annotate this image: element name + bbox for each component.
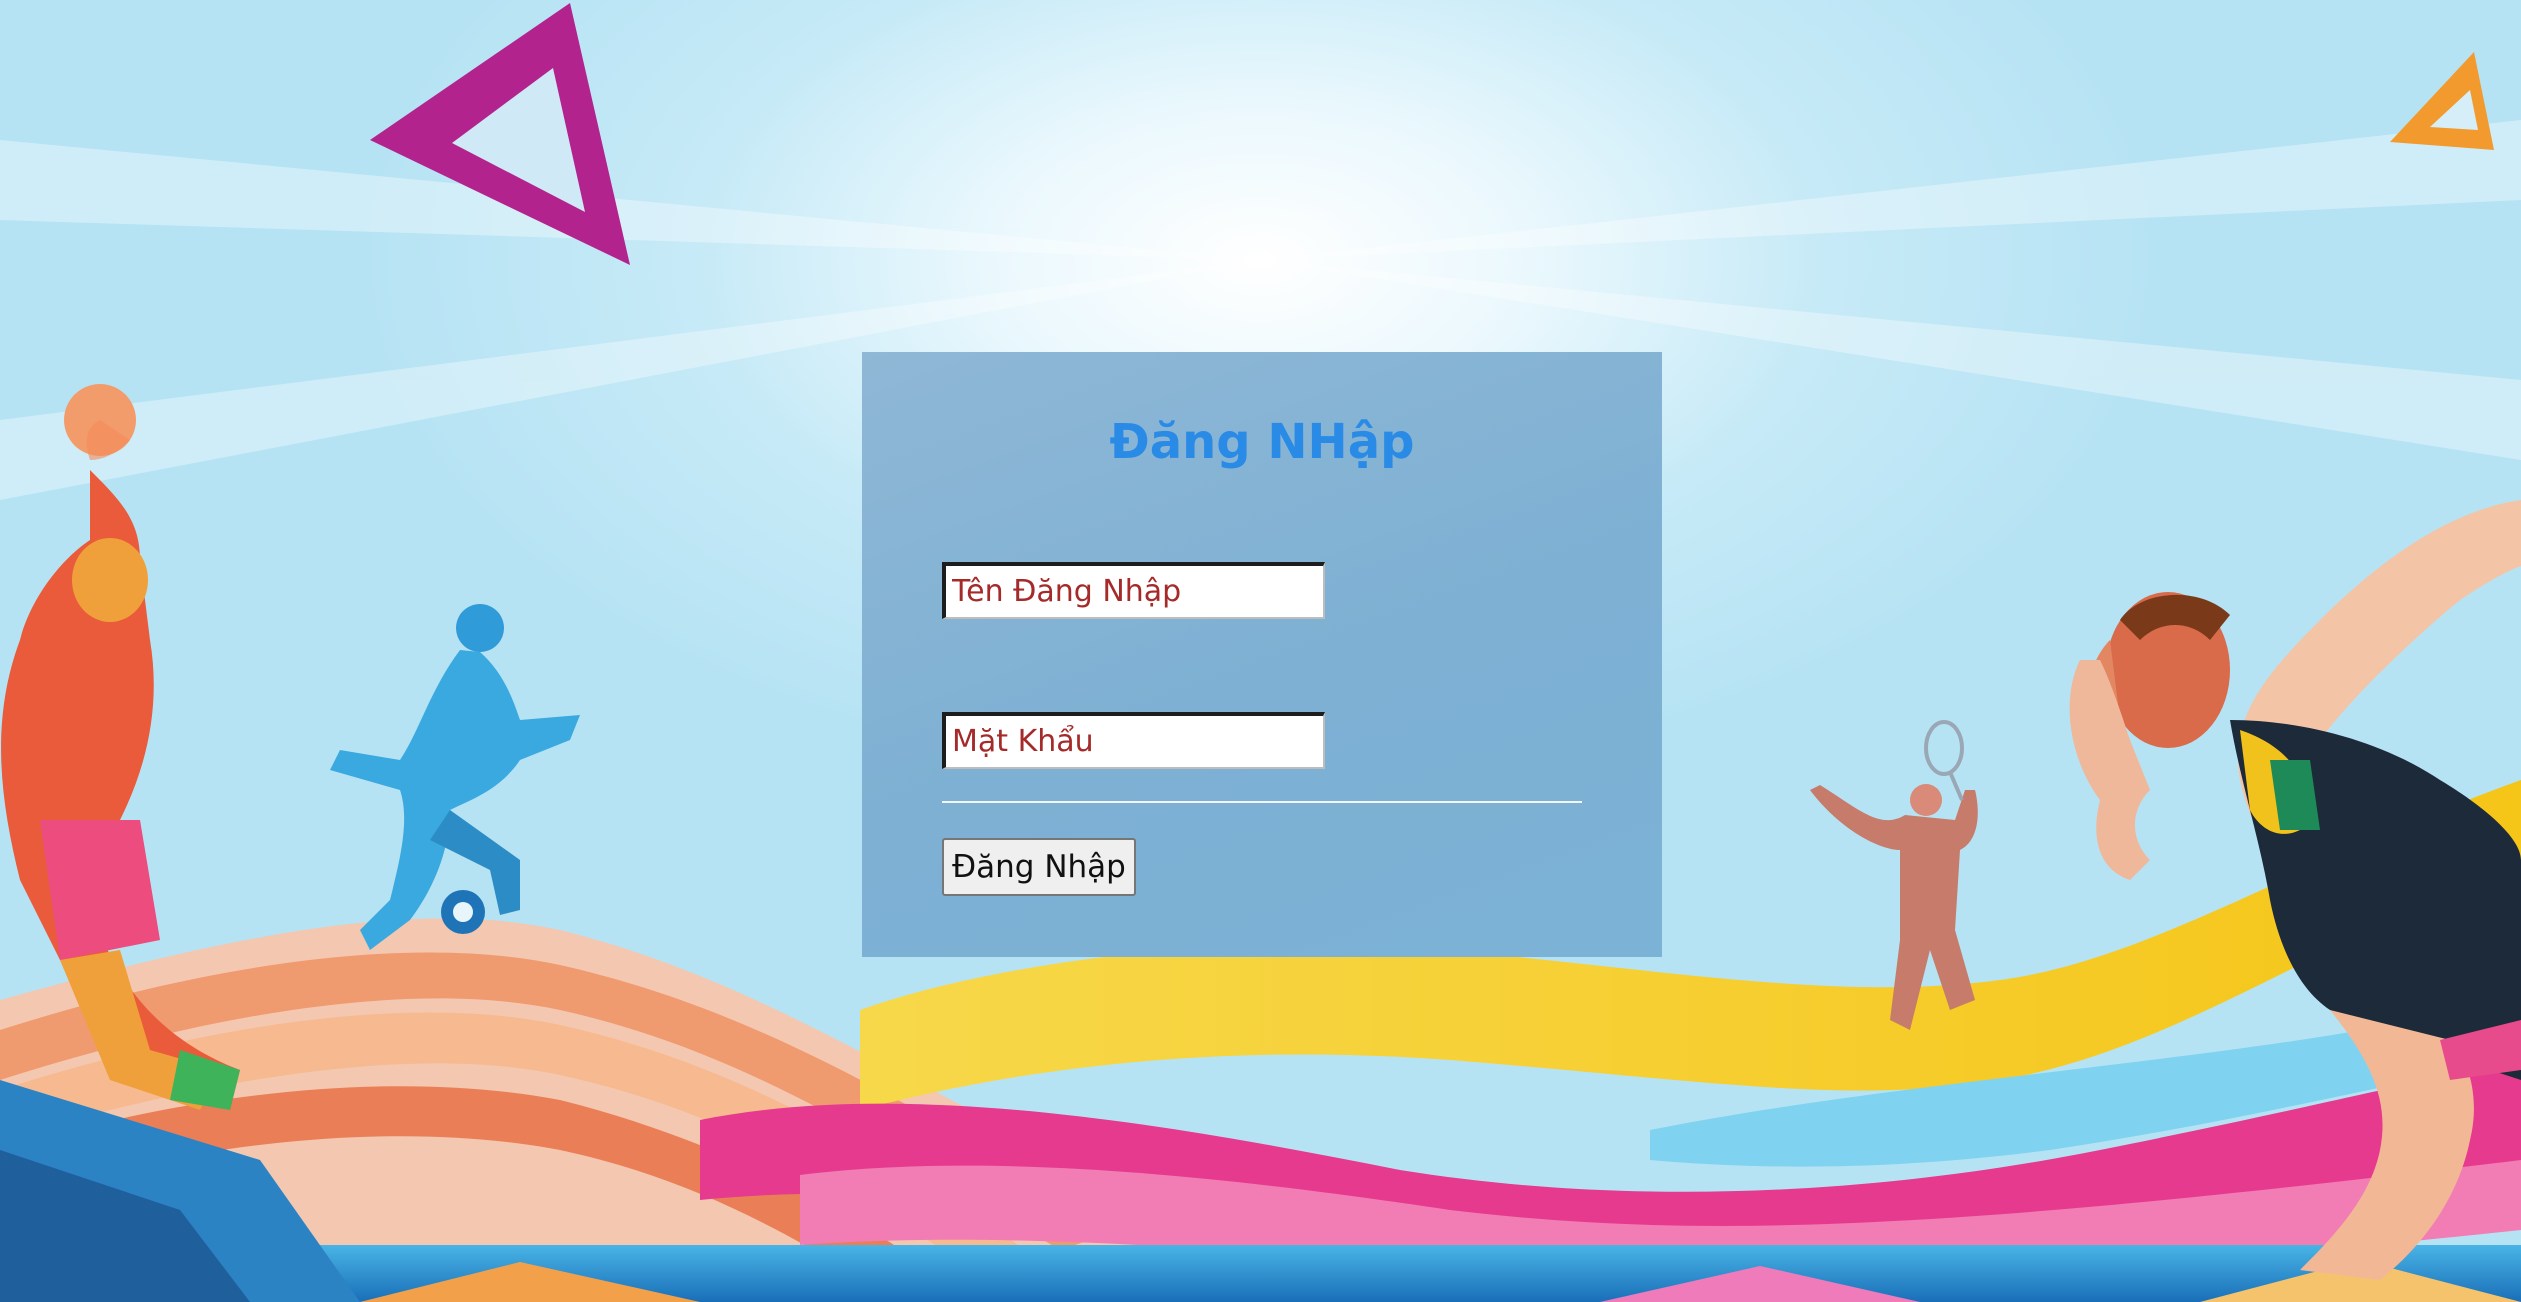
login-title: Đăng NHập: [1109, 414, 1415, 470]
triangle-orange-decoration: [2390, 52, 2494, 150]
password-input[interactable]: [942, 712, 1325, 769]
login-panel: Đăng NHập Đăng Nhập: [862, 352, 1662, 957]
badminton-player-figure: [1810, 720, 1978, 1030]
form-divider: [942, 801, 1582, 803]
login-page: Đăng NHập Đăng Nhập: [0, 0, 2521, 1302]
login-button[interactable]: Đăng Nhập: [942, 838, 1136, 896]
soccer-player-figure: [330, 604, 580, 950]
username-input[interactable]: [942, 562, 1325, 619]
